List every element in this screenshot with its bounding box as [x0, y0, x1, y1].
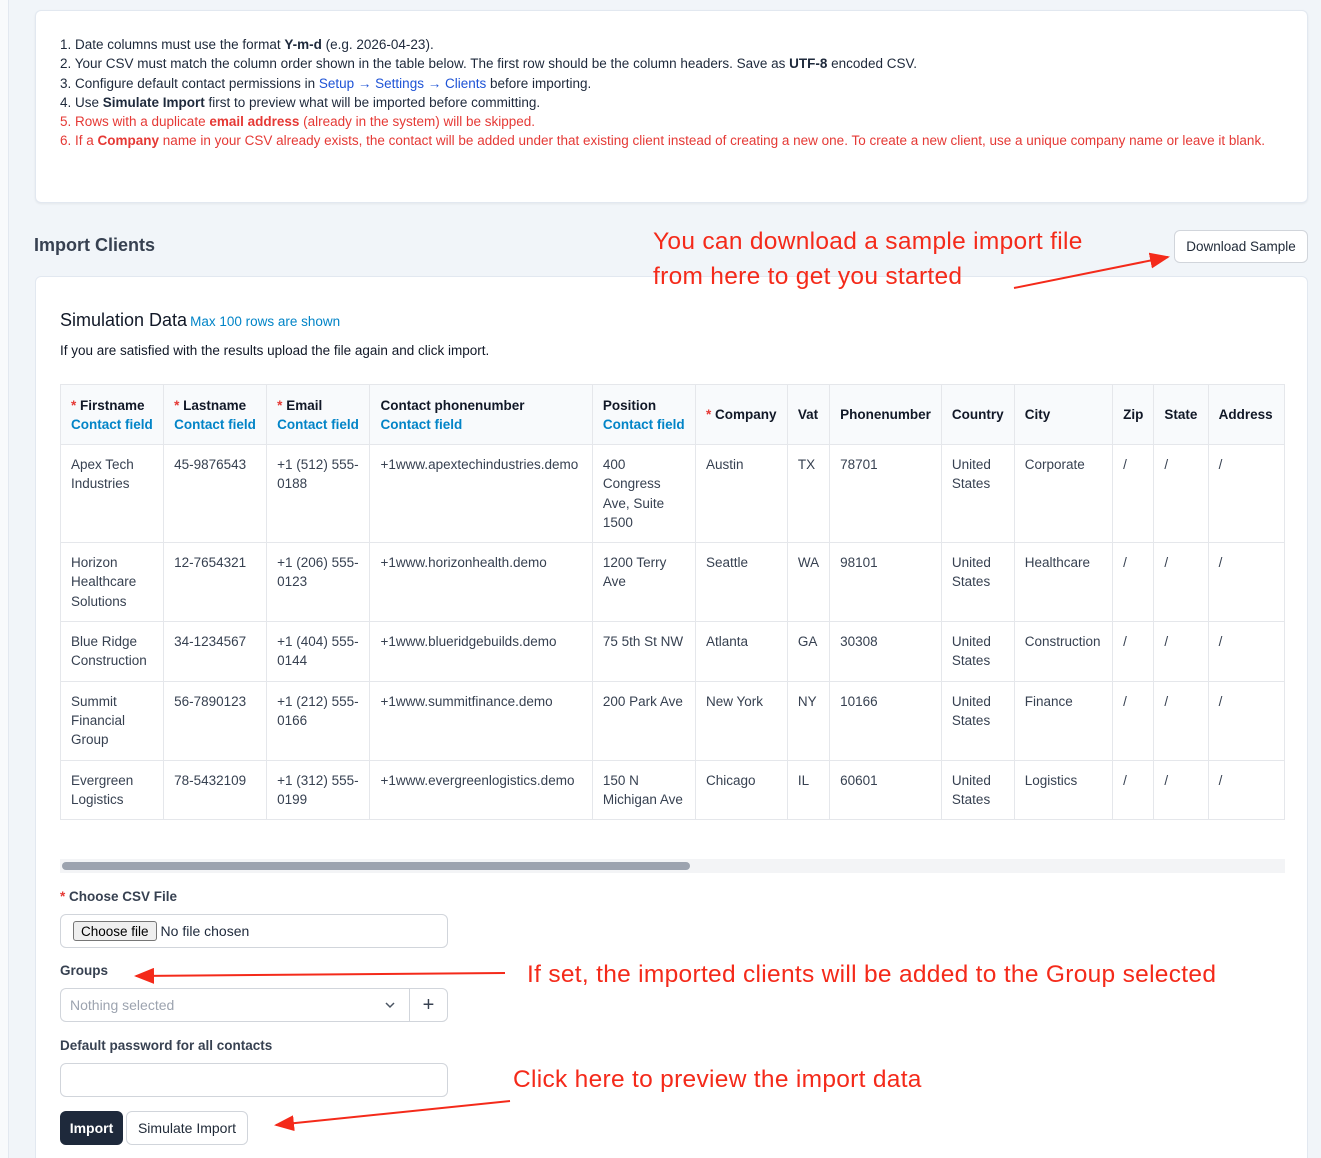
annotation-arrows [134, 252, 1170, 1132]
arrow-to-groups [134, 967, 506, 984]
arrow-to-download-sample [1013, 252, 1170, 289]
arrow-to-simulate-import [274, 1100, 511, 1132]
